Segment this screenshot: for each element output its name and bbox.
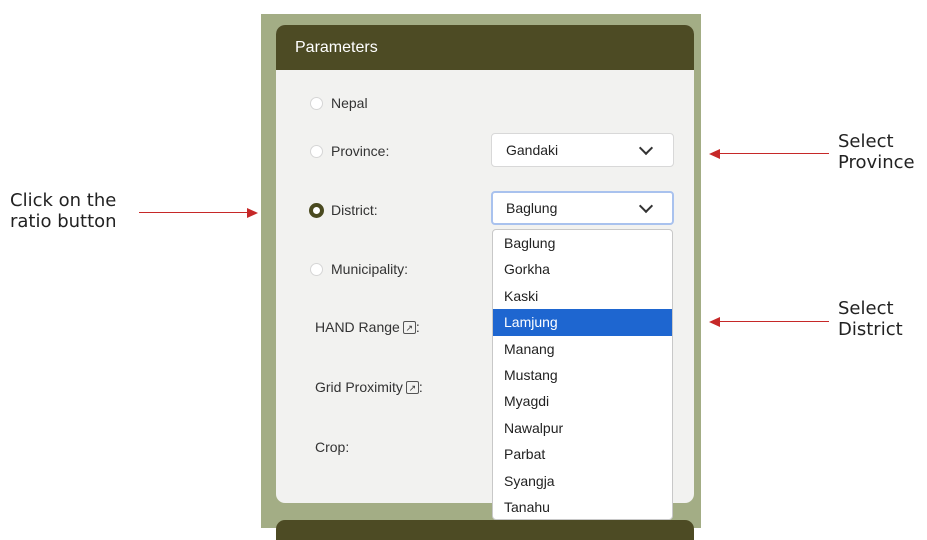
district-option[interactable]: Manang (493, 336, 672, 362)
annotation-radio: Click on the ratio button (10, 190, 117, 232)
arrowhead-icon (247, 208, 258, 218)
district-option[interactable]: Gorkha (493, 256, 672, 282)
district-select-value: Baglung (506, 200, 558, 216)
grid-proximity-text: Grid Proximity (315, 379, 403, 395)
option-province[interactable]: Province: (310, 143, 389, 159)
district-select[interactable]: Baglung (491, 191, 674, 225)
grid-proximity-label: Grid Proximity ↗ : (315, 379, 423, 395)
district-option[interactable]: Myagdi (493, 388, 672, 414)
district-option[interactable]: Syangja (493, 468, 672, 494)
option-province-label: Province: (331, 143, 390, 159)
hand-range-label: HAND Range ↗ : (315, 319, 420, 335)
next-panel-header (276, 520, 694, 540)
annotation-radio-line2: ratio button (10, 211, 117, 232)
district-dropdown-list[interactable]: Baglung Gorkha Kaski Lamjung Manang Must… (492, 229, 673, 520)
hand-range-text: HAND Range (315, 319, 400, 335)
annotation-radio-line1: Click on the (10, 190, 117, 211)
district-option[interactable]: Parbat (493, 441, 672, 467)
popout-icon[interactable]: ↗ (402, 320, 416, 334)
option-municipality[interactable]: Municipality: (310, 261, 408, 277)
district-option[interactable]: Mustang (493, 362, 672, 388)
province-select[interactable]: Gandaki (491, 133, 674, 167)
crop-text: Crop: (315, 439, 350, 455)
radio-district[interactable] (309, 202, 324, 218)
arrow-to-radio (139, 212, 248, 213)
arrowhead-icon (709, 149, 720, 159)
annotation-province-line2: Province (838, 152, 915, 173)
option-district[interactable]: District: (309, 202, 378, 218)
district-option[interactable]: Tanahu (493, 494, 672, 519)
district-option[interactable]: Nawalpur (493, 415, 672, 441)
crop-label: Crop: (315, 439, 349, 455)
annotation-district-line2: District (838, 319, 903, 340)
grid-proximity-suffix: : (418, 379, 423, 395)
radio-nepal[interactable] (310, 96, 323, 110)
annotation-district-line1: Select (838, 298, 894, 319)
province-select-value: Gandaki (506, 142, 559, 158)
arrowhead-icon (709, 317, 720, 327)
radio-municipality[interactable] (310, 262, 323, 276)
chevron-down-icon (638, 140, 654, 156)
arrow-to-province (719, 153, 829, 154)
arrow-to-district (719, 321, 829, 322)
chevron-down-icon (638, 198, 654, 214)
option-nepal-label: Nepal (331, 95, 368, 111)
hand-range-suffix: : (415, 319, 420, 335)
panel-title: Parameters (276, 25, 694, 70)
radio-province[interactable] (310, 144, 323, 158)
popout-icon[interactable]: ↗ (405, 380, 419, 394)
option-district-label: District: (331, 202, 378, 218)
annotation-province: Select Province (838, 131, 915, 173)
district-option-highlighted[interactable]: Lamjung (493, 309, 672, 336)
option-nepal[interactable]: Nepal (310, 95, 368, 111)
annotation-district: Select District (838, 298, 903, 340)
option-municipality-label: Municipality: (331, 261, 409, 277)
annotation-province-line1: Select (838, 131, 894, 152)
district-option[interactable]: Baglung (493, 230, 672, 256)
district-option[interactable]: Kaski (493, 283, 672, 309)
